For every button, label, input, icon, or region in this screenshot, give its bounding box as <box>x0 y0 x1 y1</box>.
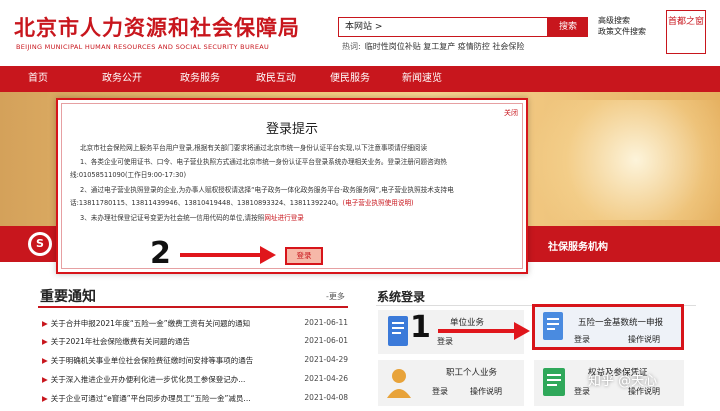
notice-text: 关于企业可通过“e窗通”平台同步办理员工“五险一金”减员... <box>50 394 251 403</box>
page: { "header": { "title": "北京市人力资源和社会保障局", … <box>0 0 720 411</box>
advanced-search-links: 高级搜索 政策文件搜索 <box>598 15 646 37</box>
bullet-icon: ▶ <box>42 319 48 328</box>
notice-row[interactable]: ▶ 关于明确机关事业单位社会保险费征缴时间安排等事项的通告 2021-04-29 <box>42 355 348 373</box>
notice-date: 2021-04-26 <box>304 374 348 383</box>
search-button[interactable]: 搜索 <box>548 17 588 37</box>
nav-item-gov-services[interactable]: 政务服务 <box>180 66 220 92</box>
dialog-point-3: 3、未办理社保登记证号变更为社会统一信用代码的单位,请按照 <box>80 214 265 222</box>
advanced-search-link[interactable]: 高级搜索 <box>598 15 646 26</box>
policy-search-link[interactable]: 政策文件搜索 <box>598 26 646 37</box>
site-title[interactable]: 北京市人力资源和社会保障局 <box>14 12 300 42</box>
dialog-point-3-row: 3、未办理社保登记证号变更为社会统一信用代码的单位,请按照网址进行登录 <box>80 214 510 223</box>
dialog-point-1a: 1、各类企业可使用证书、口令、电子营业执照方式通过北京市统一身份认证平台登录系统… <box>80 158 447 166</box>
dialog-intro: 北京市社会保险网上服务平台用户登录,根据有关部门要求将通过北京市统一身份认证平台… <box>80 144 428 152</box>
notice-text: 关于2021年社会保险缴费有关问题的通告 <box>50 337 190 346</box>
notice-date: 2021-06-01 <box>304 336 348 345</box>
capital-window-logo-text: 首都之窗 <box>667 17 704 27</box>
unit-business-icon <box>388 316 408 346</box>
social-security-logo-glyph: S <box>36 237 44 250</box>
bullet-icon: ▶ <box>42 356 48 365</box>
notice-row[interactable]: ▶ 关于合并申报2021年度“五险一金”缴费工资有关问题的通知 2021-06-11 <box>42 318 348 336</box>
notices-more-link[interactable]: -更多 <box>326 291 345 302</box>
nav-item-gov-affairs[interactable]: 政务公开 <box>102 66 142 92</box>
hot-words-list[interactable]: 临时性岗位补贴 复工复产 疫情防控 社会保险 <box>365 42 525 51</box>
license-guide-link[interactable]: (电子营业执照使用说明) <box>343 199 414 207</box>
social-security-logo-icon: S <box>28 232 52 256</box>
dialog-point-2b-row: 话:13811780115、13811439946、13810419448、13… <box>70 199 500 208</box>
hot-words: 热词: 临时性岗位补贴 复工复产 疫情防控 社会保险 <box>342 41 524 52</box>
bullet-icon: ▶ <box>42 394 48 403</box>
personal-business-help-link[interactable]: 操作说明 <box>470 386 502 397</box>
dialog-title: 登录提示 <box>265 122 318 137</box>
bullet-icon: ▶ <box>42 375 48 384</box>
banner-glow <box>510 100 720 220</box>
hot-words-label: 热词: <box>342 42 361 51</box>
step-1-arrow-icon <box>438 322 530 340</box>
url-login-link[interactable]: 网址进行登录 <box>264 214 304 222</box>
site-subtitle: BEIJING MUNICIPAL HUMAN RESOURCES AND SO… <box>16 43 270 51</box>
login-tip-dialog: 关闭 登录提示 北京市社会保险网上服务平台用户登录,根据有关部门要求将通过北京市… <box>56 98 528 274</box>
notices-divider <box>38 306 348 308</box>
service-agencies-link[interactable]: 社保服务机构 <box>548 238 608 253</box>
step-1-number: 1 <box>410 310 431 345</box>
notice-row[interactable]: ▶ 关于深入推进企业开办便利化进一步优化员工参保登记办... 2021-04-26 <box>42 374 348 392</box>
dialog-point-2b: 话:13811780115、13811439946、13810419448、13… <box>70 199 343 207</box>
step-2-arrow-icon <box>180 246 276 264</box>
watermark: 知乎 @天心 <box>588 374 658 389</box>
notice-row[interactable]: ▶ 关于企业可通过“e窗通”平台同步办理员工“五险一金”减员... 2021-04-… <box>42 393 348 411</box>
notice-text: 关于明确机关事业单位社会保险费征缴时间安排等事项的通告 <box>50 356 254 365</box>
notice-row[interactable]: ▶ 关于2021年社会保险缴费有关问题的通告 2021-06-01 <box>42 336 348 354</box>
capital-window-logo[interactable]: 首都之窗 <box>666 10 706 54</box>
step-2-number: 2 <box>150 236 171 271</box>
certificate-icon <box>543 368 565 396</box>
bullet-icon: ▶ <box>42 337 48 346</box>
dialog-close-button[interactable]: 关闭 <box>504 108 518 118</box>
notice-date: 2021-04-08 <box>304 393 348 402</box>
notice-text: 关于合并申报2021年度“五险一金”缴费工资有关问题的通知 <box>50 319 251 328</box>
nav-item-news[interactable]: 新闻速览 <box>402 66 442 92</box>
nav-item-public-services[interactable]: 便民服务 <box>330 66 370 92</box>
personal-business-title: 职工个人业务 <box>446 368 498 378</box>
personal-business-login-link[interactable]: 登录 <box>432 386 448 397</box>
main-nav: 首页 政务公开 政务服务 政民互动 便民服务 新闻速览 <box>0 66 720 92</box>
nav-item-interaction[interactable]: 政民互动 <box>256 66 296 92</box>
person-icon <box>387 369 411 398</box>
dialog-point-2a: 2、通过电子营业执照登录的企业,为办事人赋权授权请选择“电子政务一体化政务服务平… <box>80 186 454 194</box>
site-header: 北京市人力资源和社会保障局 BEIJING MUNICIPAL HUMAN RE… <box>0 0 720 66</box>
nav-item-home[interactable]: 首页 <box>28 66 48 92</box>
highlight-box <box>532 304 684 350</box>
notice-text: 关于深入推进企业开办便利化进一步优化员工参保登记办... <box>50 375 246 384</box>
dialog-login-button[interactable]: 登录 <box>285 247 323 265</box>
notice-date: 2021-06-11 <box>304 318 348 327</box>
search-input[interactable]: 本网站 > <box>338 17 548 37</box>
system-login-title: 系统登录 <box>377 290 426 304</box>
notices-title: 重要通知 <box>40 289 96 305</box>
notice-date: 2021-04-29 <box>304 355 348 364</box>
dialog-point-1b: 线:01058511090(工作日9:00-17:30) <box>70 171 187 179</box>
